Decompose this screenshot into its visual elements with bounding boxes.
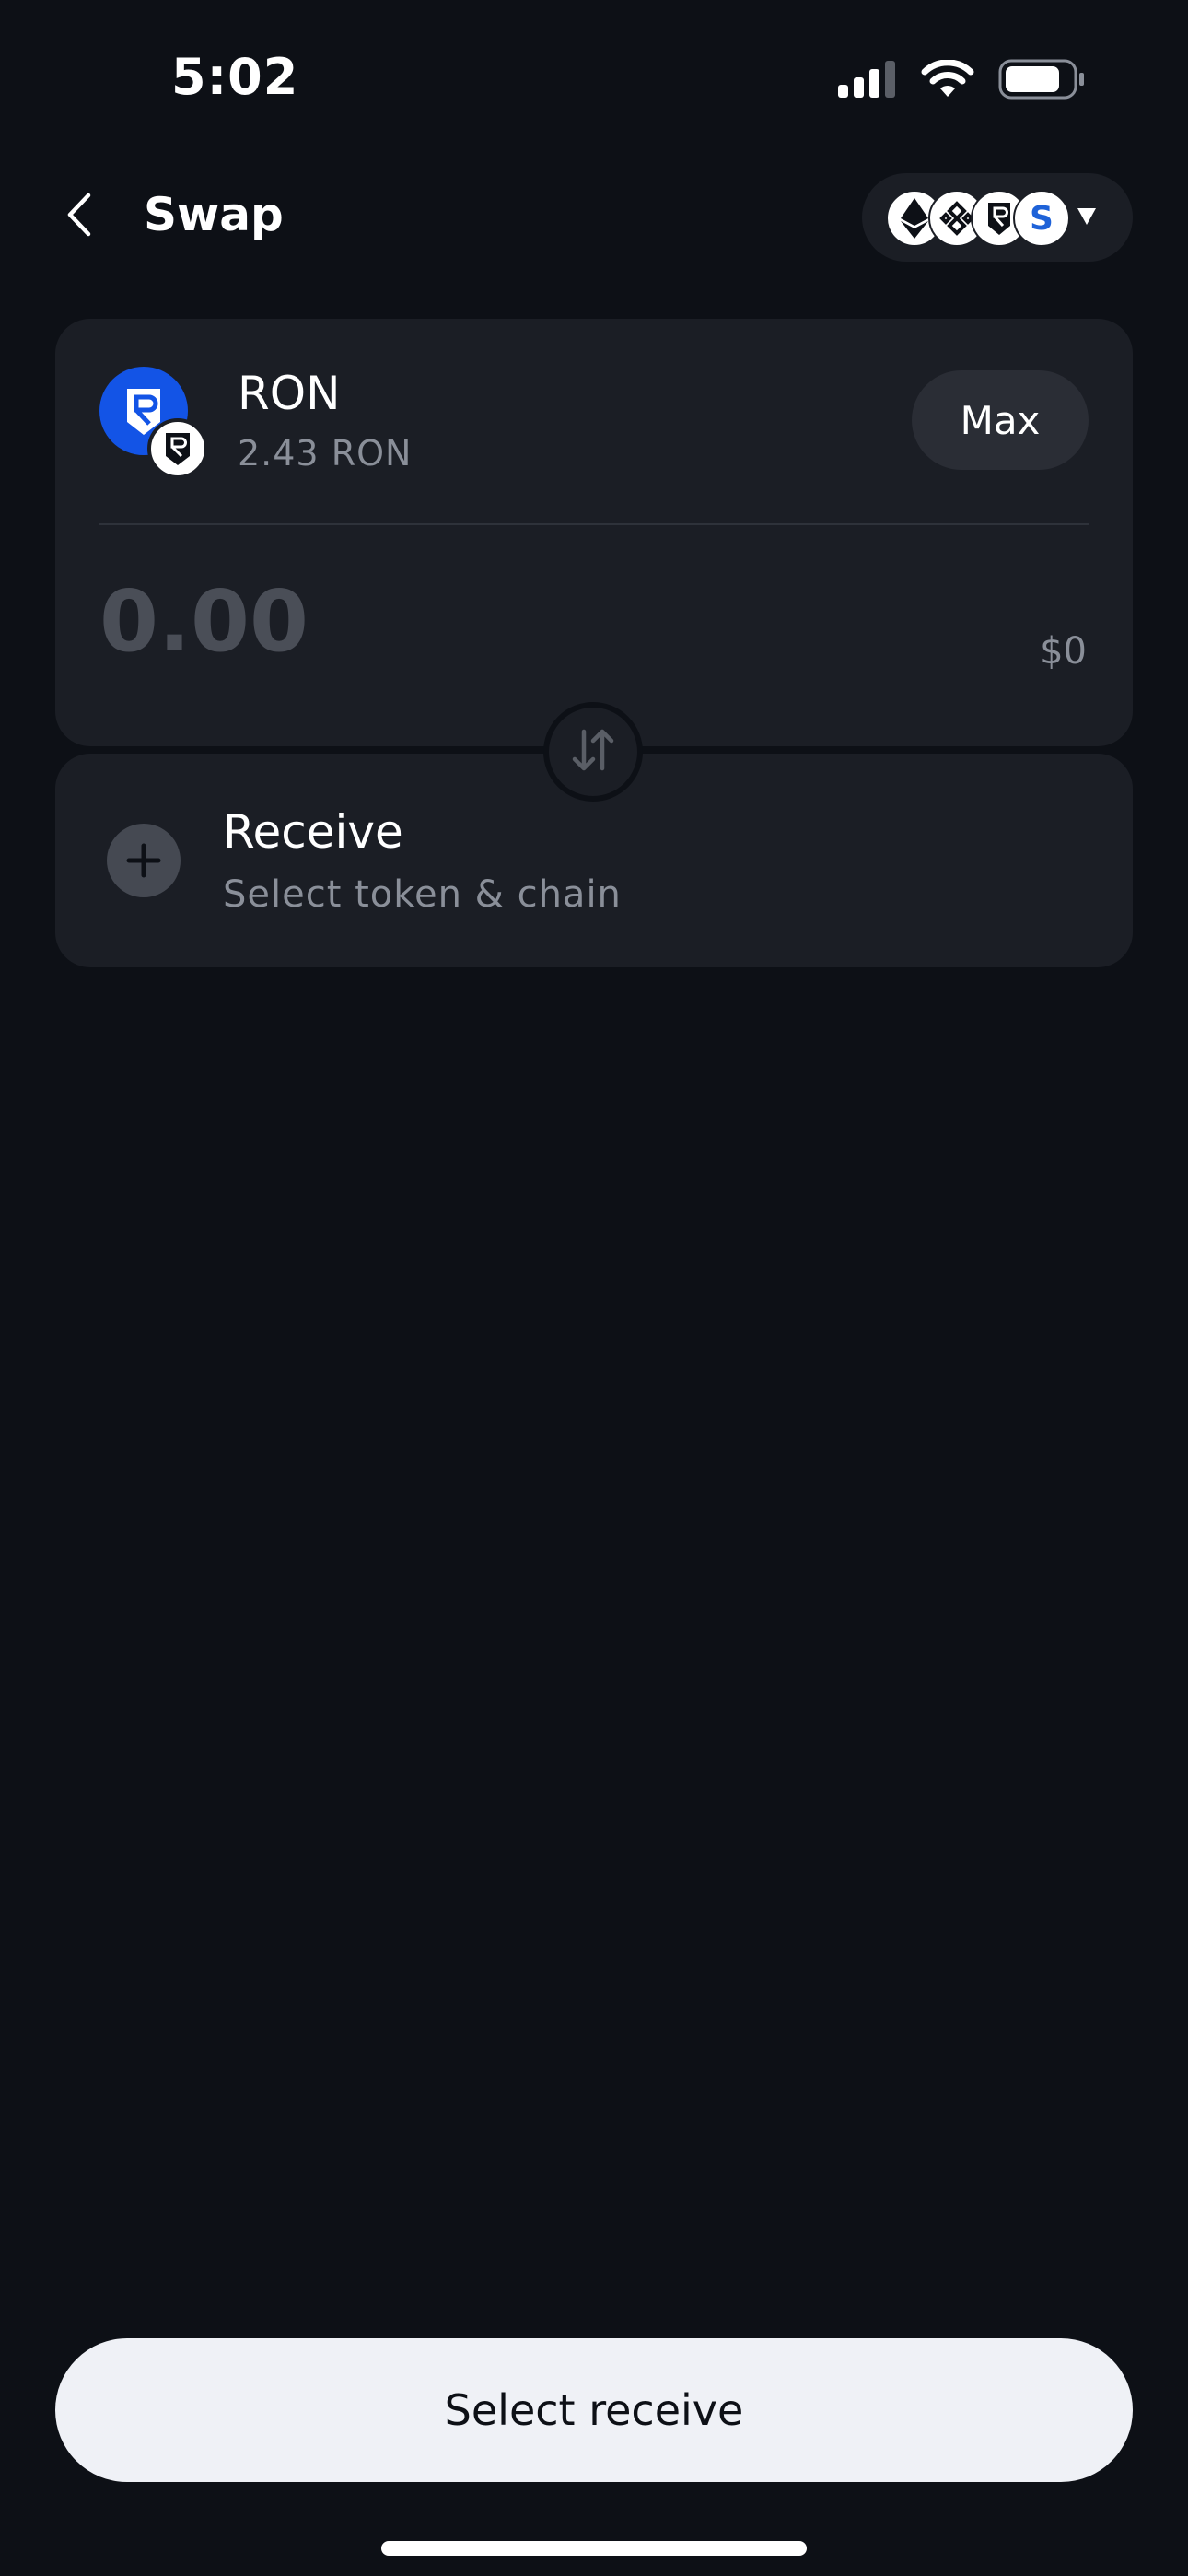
select-receive-button[interactable]: Select receive: [55, 2338, 1133, 2482]
battery-icon: [998, 59, 1085, 103]
receive-title: Receive: [223, 805, 403, 859]
status-time: 5:02: [171, 48, 299, 106]
network-selector[interactable]: S: [862, 173, 1133, 262]
chevron-left-icon: [64, 192, 92, 241]
pay-card: RON 2.43 RON Max $0: [55, 319, 1133, 746]
token-symbol[interactable]: RON: [238, 367, 341, 420]
page-title: Swap: [144, 188, 284, 241]
plus-icon: [107, 824, 181, 897]
divider: [99, 523, 1089, 525]
s-icon: S: [1013, 190, 1070, 247]
network-icon-stack: S: [886, 190, 1070, 247]
ronin-chain-badge-icon: [147, 418, 208, 479]
swap-direction-button[interactable]: [543, 702, 643, 802]
token-balance: 2.43 RON: [238, 433, 413, 474]
status-icons: [838, 59, 1085, 103]
cellular-signal-icon: [838, 61, 897, 101]
amount-input[interactable]: [99, 566, 744, 676]
fiat-value: $0: [1040, 630, 1087, 673]
s-icon-label: S: [1030, 199, 1054, 238]
max-button[interactable]: Max: [912, 370, 1089, 470]
home-indicator: [381, 2541, 807, 2556]
wifi-icon: [921, 59, 974, 102]
chevron-down-icon: [1077, 208, 1096, 225]
receive-subtitle: Select token & chain: [223, 873, 622, 916]
swap-arrows-icon: [567, 724, 619, 779]
back-button[interactable]: [55, 184, 101, 249]
